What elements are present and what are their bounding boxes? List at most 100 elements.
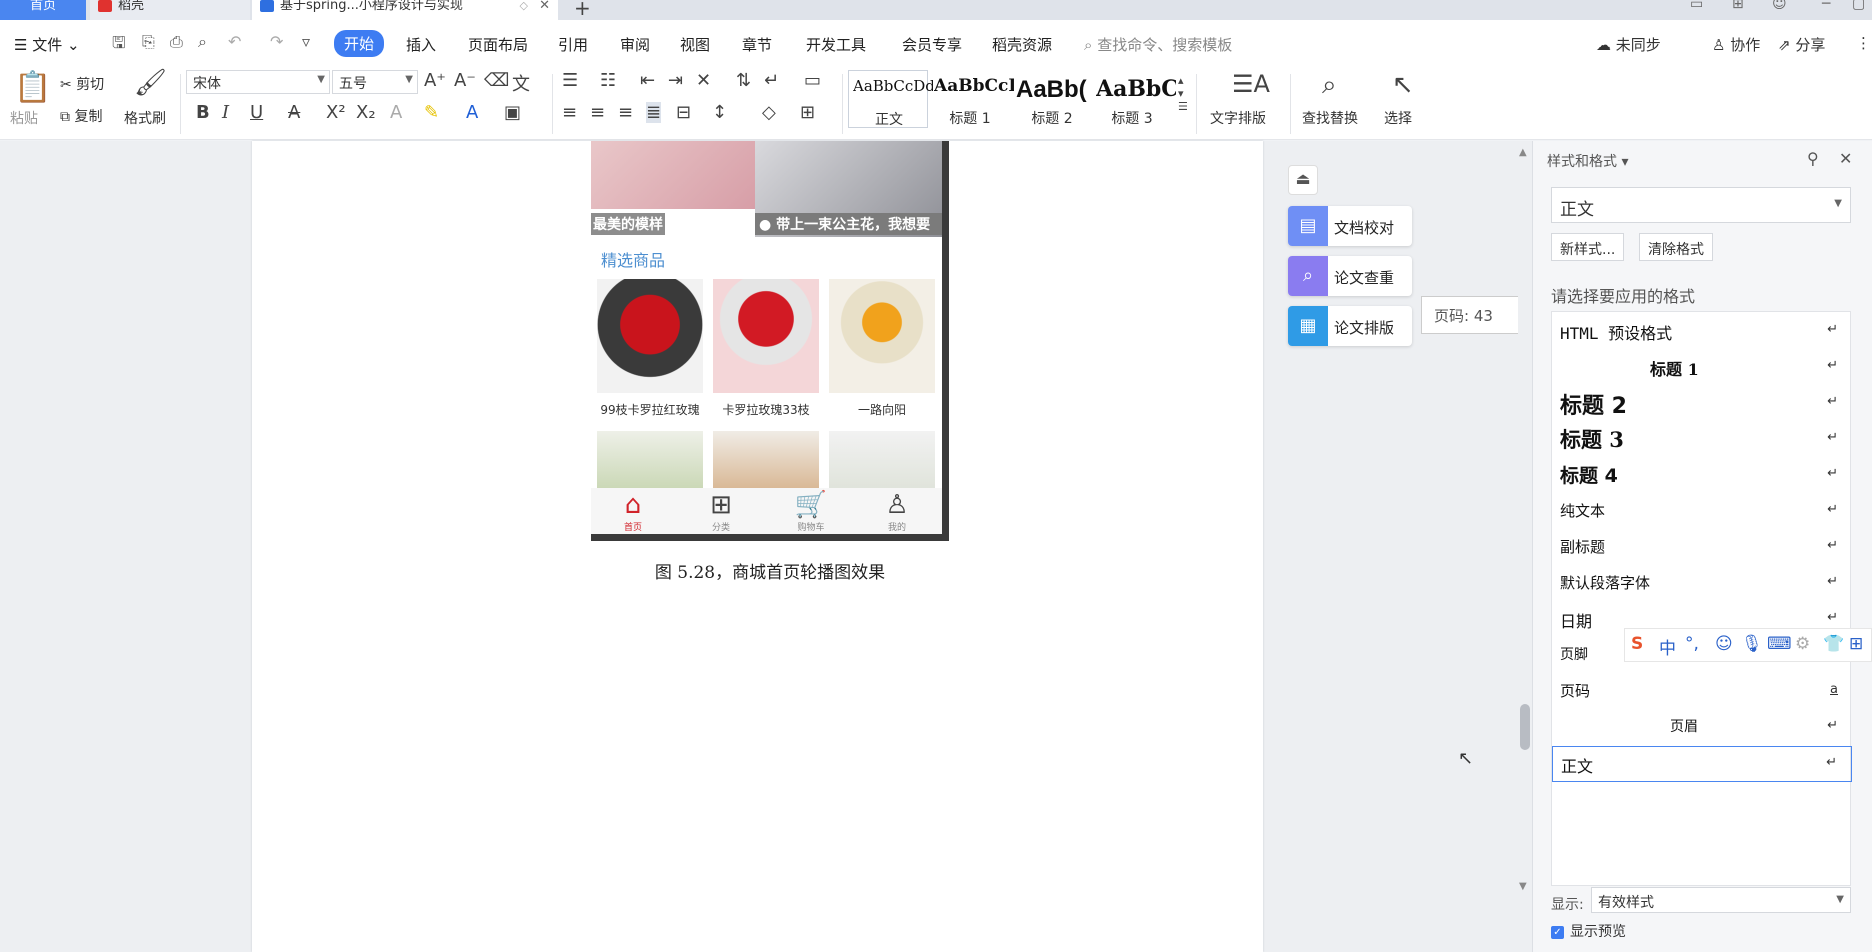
font-family-select[interactable]: 宋体 ▼ xyxy=(186,70,330,94)
style-heading-3[interactable]: AaBbC 标题 3 xyxy=(1092,70,1176,128)
skin-icon[interactable]: 👕 xyxy=(1823,634,1844,654)
menu-chapter[interactable]: 章节 xyxy=(742,34,772,55)
select-cursor-icon[interactable]: ↖ xyxy=(1392,70,1414,100)
format-painter-button[interactable]: 格式刷 xyxy=(124,108,166,128)
document-scrollbar[interactable]: ▲ ▼ xyxy=(1518,141,1532,952)
style-item[interactable]: 标题 4 ↵ xyxy=(1552,458,1852,494)
tools-icon[interactable]: ⚙ xyxy=(1795,634,1810,654)
undo-icon[interactable]: ↶ xyxy=(228,32,241,51)
style-item[interactable]: 纯文本 ↵ xyxy=(1552,494,1852,530)
distribute-icon[interactable]: ⊟ xyxy=(676,102,691,123)
menu-member[interactable]: 会员专享 xyxy=(902,34,962,55)
menu-grid-icon[interactable]: ⊞ xyxy=(1849,634,1863,654)
close-tab-icon[interactable]: ✕ xyxy=(539,0,550,12)
align-left-icon[interactable]: ≡ xyxy=(562,102,577,123)
share-button[interactable]: ⇗ 分享 xyxy=(1778,34,1825,55)
italic-icon[interactable]: I xyxy=(222,102,229,123)
style-heading-2[interactable]: AaBb(标题 2 xyxy=(1012,70,1092,128)
tab-home[interactable]: 首页 xyxy=(0,0,86,20)
save-icon[interactable]: 🖫 xyxy=(112,32,126,59)
show-filter-select[interactable]: 有效样式 ▼ xyxy=(1591,887,1851,913)
numbered-list-icon[interactable]: ☷ xyxy=(600,70,616,91)
show-marks-icon[interactable]: ↵ xyxy=(764,70,779,91)
phonetic-icon[interactable]: 文 xyxy=(512,70,530,96)
thesis-layout-tool[interactable]: ▦ 论文排版 xyxy=(1288,306,1412,346)
style-normal[interactable]: AaBbCcDd 正文 xyxy=(848,70,933,128)
style-item[interactable]: 默认段落字体 ↵ xyxy=(1552,566,1852,602)
char-border-icon[interactable]: ▣ xyxy=(504,102,521,123)
find-icon[interactable]: ⌕ xyxy=(1322,70,1337,101)
paste-icon[interactable]: 📋 xyxy=(14,70,51,105)
style-item[interactable]: 标题 1 ↵ xyxy=(1552,350,1852,386)
file-menu[interactable]: ☰ 文件 ⌄ xyxy=(14,34,80,55)
new-style-button[interactable]: 新样式... xyxy=(1551,233,1625,261)
more-icon[interactable]: ⋮ xyxy=(1856,34,1871,52)
decrease-indent-icon[interactable]: ⇤ xyxy=(640,70,655,91)
copy-button[interactable]: ⧉ 复制 xyxy=(60,106,102,126)
text-effect-icon[interactable]: A xyxy=(390,102,402,123)
borders-icon[interactable]: ⊞ xyxy=(800,102,815,123)
minimize-icon[interactable]: ─ xyxy=(1822,0,1830,12)
style-item-selected[interactable]: 正文 ↵ xyxy=(1552,746,1852,782)
increase-indent-icon[interactable]: ⇥ xyxy=(668,70,683,91)
command-search[interactable]: ⌕ 查找命令、搜索模板 xyxy=(1084,34,1232,55)
customize-icon[interactable]: ▿ xyxy=(302,32,310,51)
emoji-icon[interactable]: ☺ xyxy=(1715,634,1733,654)
pin-icon[interactable]: ⚲ xyxy=(1807,149,1819,168)
styles-panel-title[interactable]: 样式和格式 ▾ xyxy=(1547,151,1628,171)
format-painter-icon[interactable]: 🖌 xyxy=(134,68,167,98)
plagiarism-tool[interactable]: ⌕ 论文查重 xyxy=(1288,256,1412,296)
sort-icon[interactable]: ⇅ xyxy=(736,70,751,91)
menu-start[interactable]: 开始 xyxy=(334,30,385,57)
proofread-tool[interactable]: ▤ 文档校对 xyxy=(1288,206,1412,246)
menu-references[interactable]: 引用 xyxy=(558,34,588,55)
style-item[interactable]: 标题 2 ↵ xyxy=(1552,386,1852,422)
style-item[interactable]: 标题 3 ↵ xyxy=(1552,422,1852,458)
font-color-icon[interactable]: A xyxy=(466,102,478,123)
bold-icon[interactable]: B xyxy=(196,102,210,123)
menu-view[interactable]: 视图 xyxy=(680,34,710,55)
style-heading-1[interactable]: AaBbCcI 标题 1 xyxy=(930,70,1014,128)
select-button[interactable]: 选择 xyxy=(1384,108,1412,128)
collab-button[interactable]: ♙ 协作 xyxy=(1712,34,1760,55)
grow-font-icon[interactable]: A⁺ xyxy=(424,70,446,91)
avatar[interactable]: ☺ xyxy=(1772,0,1787,12)
scroll-up-icon[interactable]: ▲ xyxy=(1519,147,1527,158)
shading-icon[interactable]: ◇ xyxy=(762,102,776,123)
highlight-icon[interactable]: ✎ xyxy=(424,102,439,123)
style-item[interactable]: 副标题 ↵ xyxy=(1552,530,1852,566)
ruler-icon[interactable]: ▭ xyxy=(804,70,821,91)
text-layout-button[interactable]: 文字排版 xyxy=(1210,108,1266,128)
cut-button[interactable]: ✂ 剪切 xyxy=(60,74,104,94)
strikethrough-icon[interactable]: A xyxy=(288,102,300,123)
pin-icon[interactable]: ◇ xyxy=(520,0,528,12)
align-right-icon[interactable]: ≡ xyxy=(618,102,633,123)
justify-icon[interactable]: ≣ xyxy=(646,102,662,123)
clear-format-icon[interactable]: ⌫ xyxy=(484,70,509,91)
show-preview-checkbox[interactable]: ✓ 显示预览 xyxy=(1551,921,1626,941)
punctuation-icon[interactable]: °, xyxy=(1685,634,1699,654)
font-size-select[interactable]: 五号 ▼ xyxy=(332,70,418,94)
style-item[interactable]: 页码 a xyxy=(1552,674,1852,710)
find-replace-button[interactable]: 查找替换 xyxy=(1302,108,1358,128)
scroll-thumb[interactable] xyxy=(1520,704,1530,750)
tab-document[interactable]: 基于spring...小程序设计与实现 ◇ ✕ xyxy=(252,0,558,20)
layout-icon[interactable]: ▭ xyxy=(1690,0,1703,12)
text-layout-icon[interactable]: ☰A xyxy=(1232,70,1270,98)
underline-icon[interactable]: U xyxy=(250,102,263,123)
clear-format-button[interactable]: 清除格式 xyxy=(1639,233,1713,261)
redo-icon[interactable]: ↷ xyxy=(270,32,283,51)
bullet-list-icon[interactable]: ☰ xyxy=(562,70,578,91)
print-icon[interactable]: ⎙ xyxy=(170,32,183,52)
ime-lang-toggle[interactable]: 中 xyxy=(1659,634,1676,659)
superscript-icon[interactable]: X² xyxy=(326,102,346,123)
microphone-icon[interactable]: 🎙 xyxy=(1741,634,1763,654)
menu-page-layout[interactable]: 页面布局 xyxy=(468,34,528,55)
new-tab-button[interactable]: + xyxy=(574,0,591,20)
paste-button[interactable]: 粘贴 xyxy=(10,108,38,128)
line-spacing-icon[interactable]: ↕ xyxy=(712,102,727,123)
maximize-icon[interactable]: ▢ xyxy=(1852,0,1865,12)
tab-daoke[interactable]: 稻壳 xyxy=(90,0,250,20)
style-item[interactable]: HTML 预设格式 ↵ xyxy=(1552,314,1852,350)
close-icon[interactable]: ✕ xyxy=(1839,149,1852,168)
